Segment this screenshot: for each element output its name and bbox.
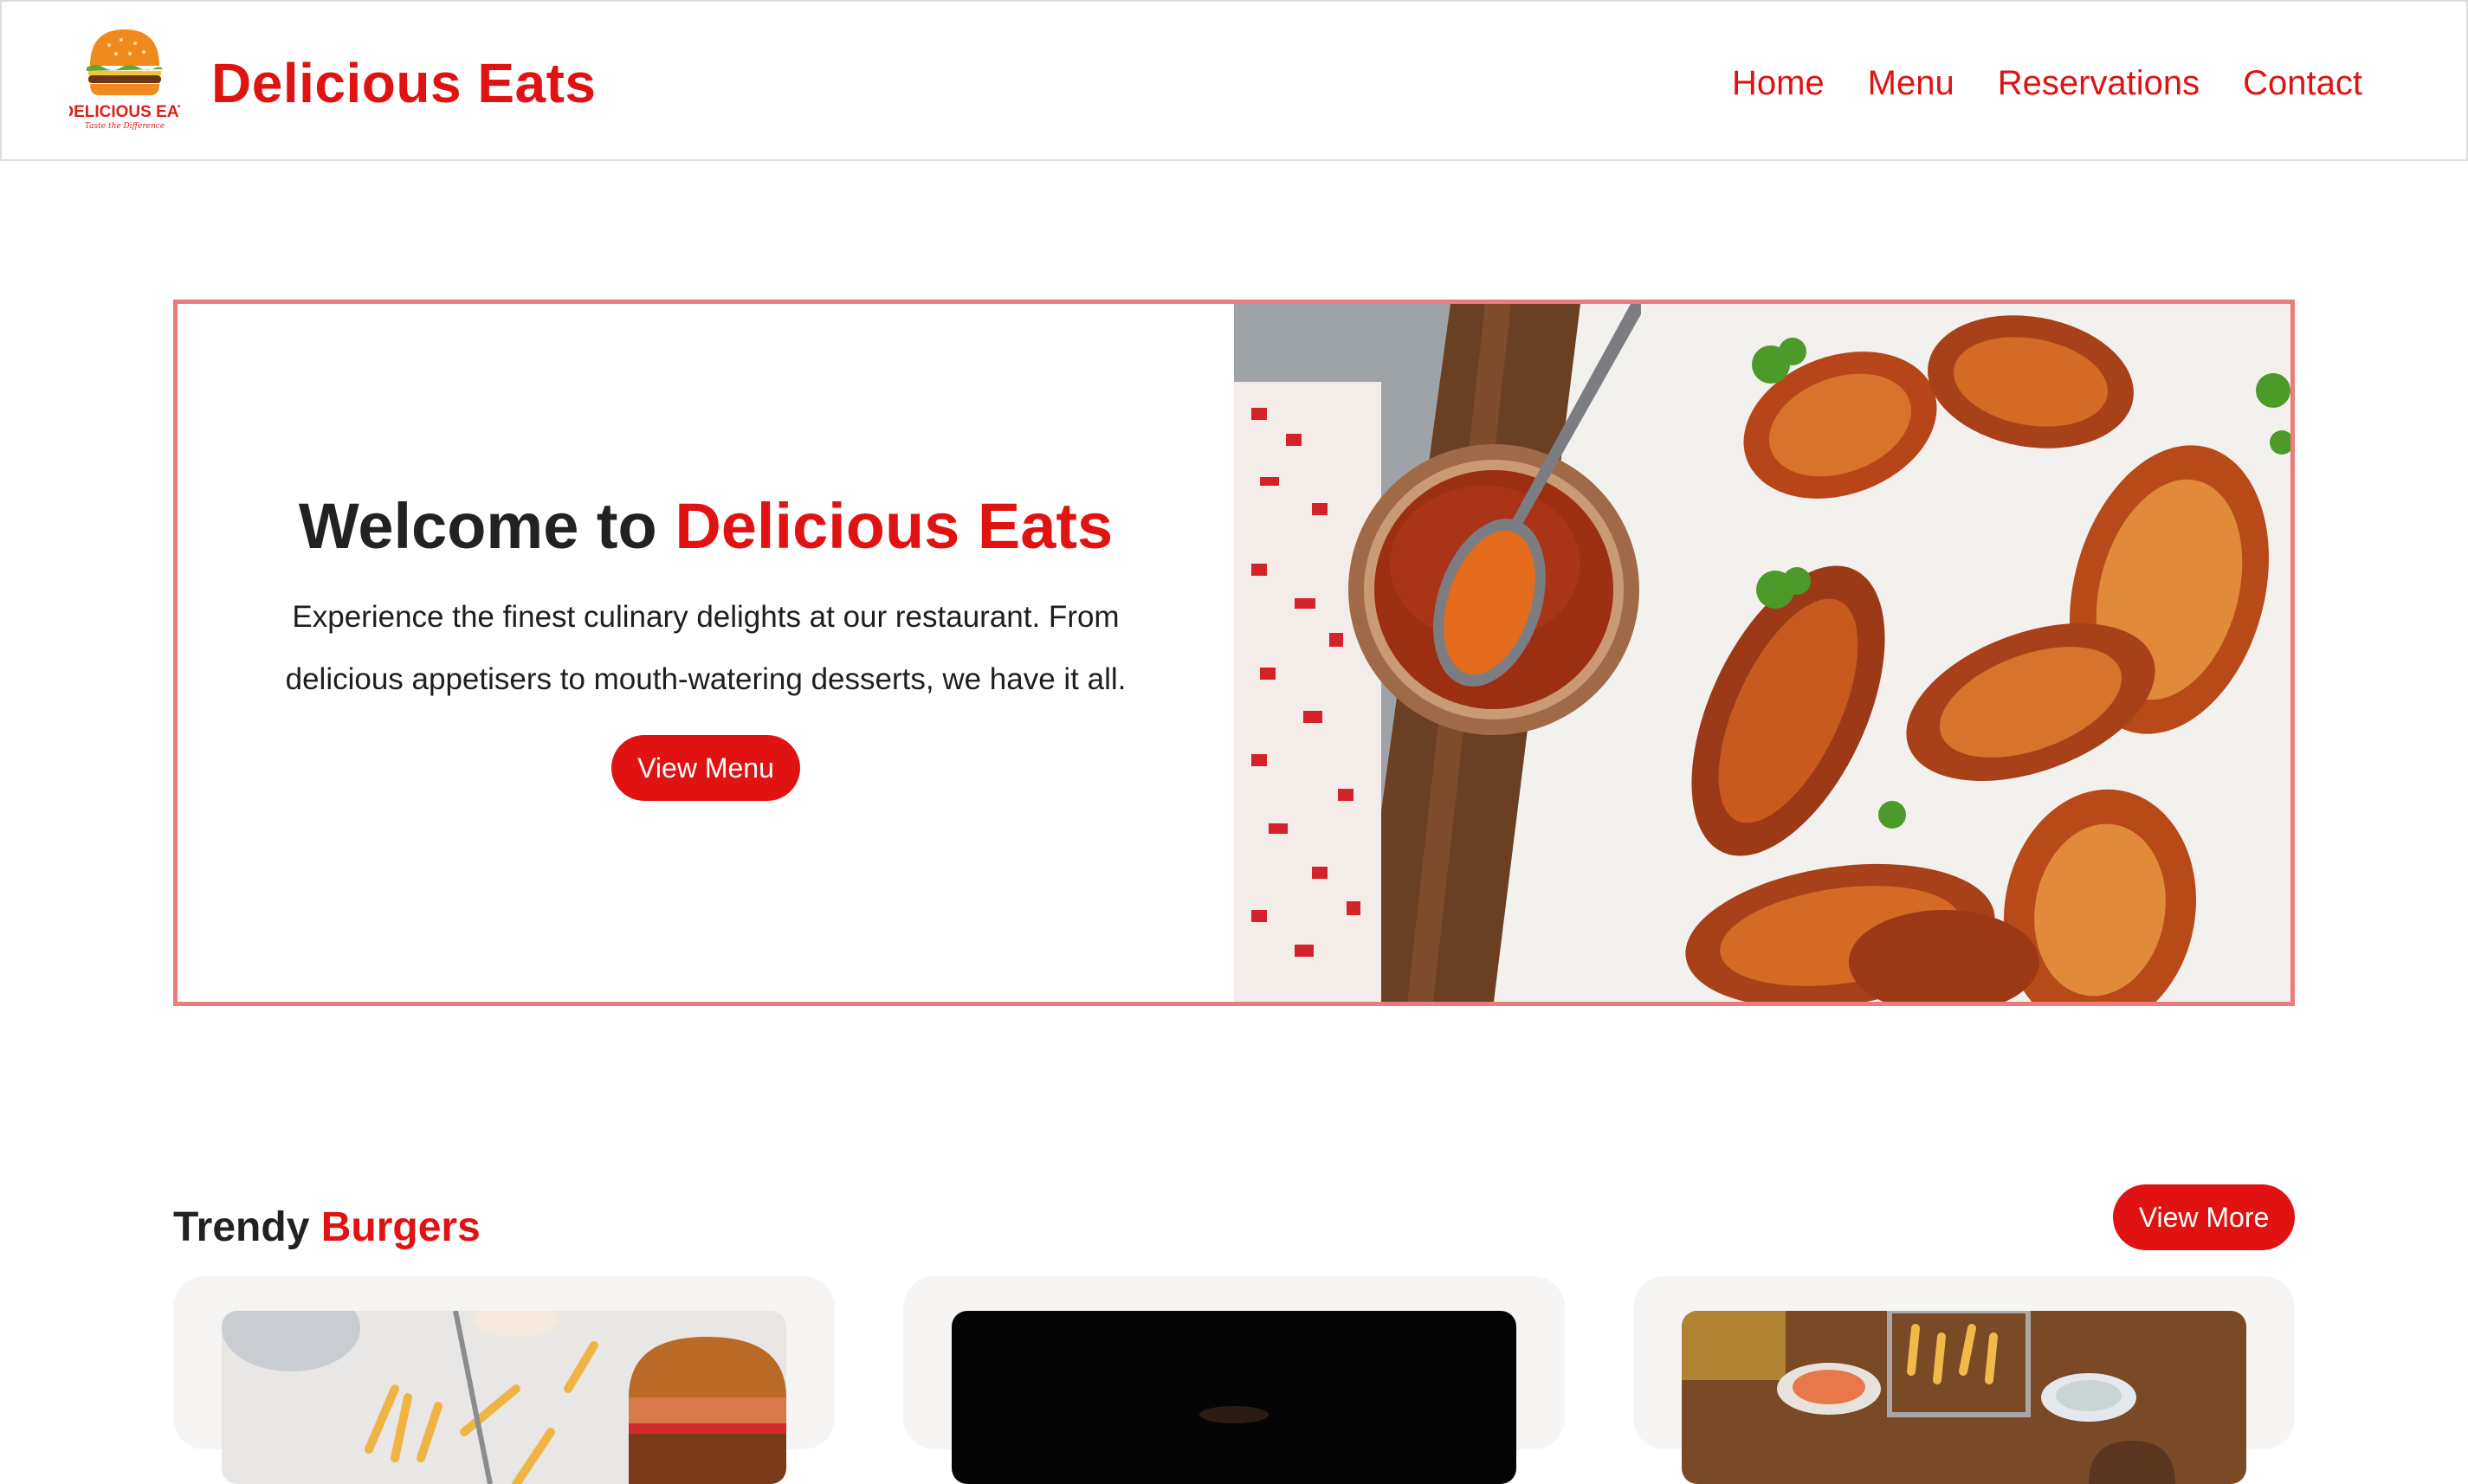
section-title: Trendy Burgers [173, 1204, 481, 1250]
hero-banner: Welcome to Delicious Eats Experience the… [173, 300, 2295, 1006]
nav-contact[interactable]: Contact [2243, 57, 2362, 109]
burger-card[interactable] [903, 1276, 1565, 1484]
nav-menu[interactable]: Menu [1868, 57, 1954, 109]
burger-table-photo-icon [1682, 1311, 2246, 1484]
burger-card[interactable] [1633, 1276, 2295, 1484]
burger-logo-icon[interactable]: DELICIOUS EAT Taste the Difference [61, 28, 188, 131]
hero-title: Welcome to Delicious Eats [298, 490, 1114, 562]
main-nav: Home Menu Reservations Contact [1732, 57, 2362, 109]
hero-text-panel: Welcome to Delicious Eats Experience the… [178, 304, 1234, 1002]
svg-text:Taste the Difference: Taste the Difference [85, 122, 165, 130]
chicken-wings-photo-icon [1234, 304, 2290, 1002]
nav-home[interactable]: Home [1732, 57, 1825, 109]
site-title[interactable]: Delicious Eats [211, 48, 597, 118]
site-header: DELICIOUS EAT Taste the Difference Delic… [0, 0, 2468, 161]
view-menu-button[interactable]: View Menu [611, 735, 800, 801]
hero-description: Experience the finest culinary delights … [285, 600, 1127, 696]
view-more-button[interactable]: View More [2113, 1184, 2295, 1250]
burger-cards [173, 1276, 2295, 1484]
burger-dark-photo-icon [952, 1311, 1516, 1484]
burger-fries-photo-icon [222, 1311, 786, 1484]
burger-card[interactable] [173, 1276, 835, 1484]
svg-text:DELICIOUS EAT: DELICIOUS EAT [69, 103, 180, 121]
nav-reservations[interactable]: Reservations [1998, 57, 2200, 109]
